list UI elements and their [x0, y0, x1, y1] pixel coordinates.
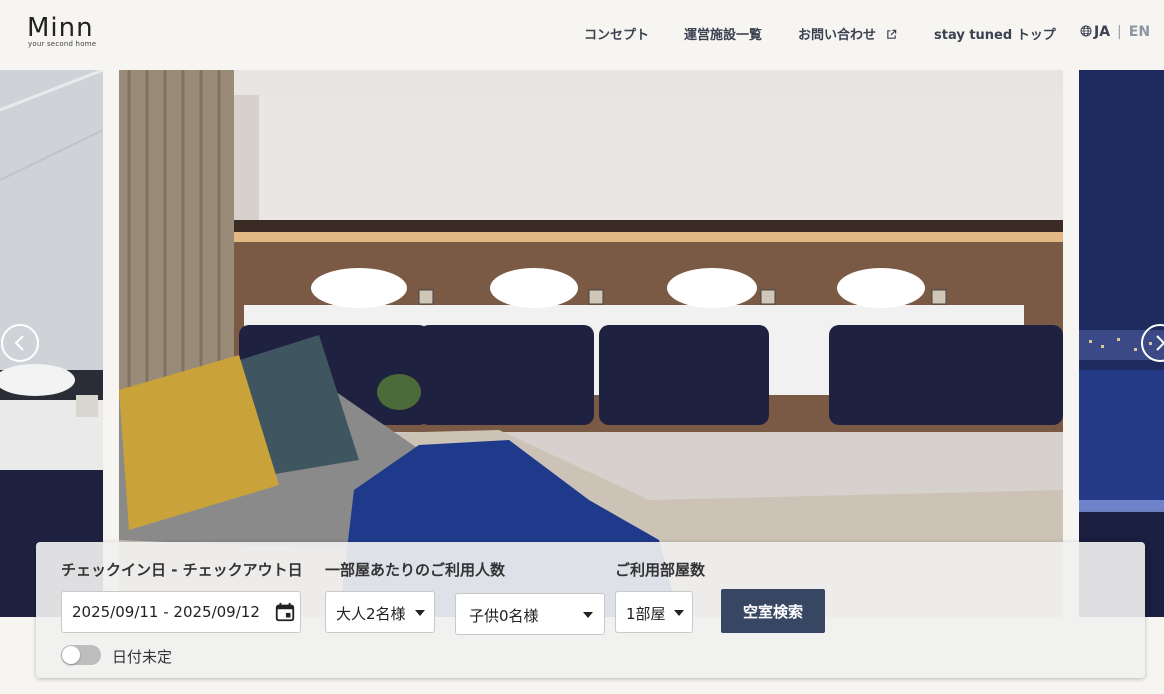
date-range-label: チェックイン日 - チェックアウト日	[61, 561, 303, 579]
site-header: Minn your second home コンセプト 運営施設一覧 お問い合わ…	[0, 0, 1164, 70]
slider-prev-button[interactable]	[1, 324, 39, 362]
date-range-input[interactable]: 2025/09/11 - 2025/09/12	[61, 591, 301, 633]
nav-contact[interactable]: お問い合わせ	[798, 24, 897, 43]
toggle-knob	[62, 646, 80, 664]
globe-icon	[1080, 25, 1092, 37]
guests-label: 一部屋あたりのご利用人数	[325, 561, 506, 579]
date-undecided-label: 日付未定	[112, 648, 173, 666]
date-range-value: 2025/09/11 - 2025/09/12	[72, 603, 260, 621]
nav-concept-label: コンセプト	[584, 28, 650, 43]
minn-logo[interactable]: Minn your second home	[27, 14, 107, 50]
nav-facilities-label: 運営施設一覧	[684, 28, 763, 43]
lang-separator: |	[1117, 24, 1122, 40]
vacancy-search-button[interactable]: 空室検索	[721, 589, 825, 633]
chevron-down-icon	[674, 610, 684, 616]
hero-slider	[0, 70, 1164, 617]
lang-ja-link[interactable]: JA	[1094, 24, 1110, 40]
logo-tagline: your second home	[28, 40, 97, 48]
slider-next-button[interactable]	[1141, 324, 1164, 362]
adults-select[interactable]: 大人2名様	[325, 591, 435, 633]
adults-value: 大人2名様	[336, 605, 406, 623]
calendar-icon	[275, 602, 295, 622]
logo-wordmark: Minn	[27, 13, 94, 43]
rooms-label: ご利用部屋数	[615, 561, 706, 579]
nav-contact-label: お問い合わせ	[798, 28, 877, 43]
slide-current-image	[119, 70, 1063, 617]
chevron-down-icon	[583, 612, 593, 618]
date-undecided-toggle[interactable]	[61, 645, 101, 665]
booking-search-panel: チェックイン日 - チェックアウト日 一部屋あたりのご利用人数 ご利用部屋数 2…	[36, 542, 1145, 678]
rooms-select[interactable]: 1部屋	[615, 591, 693, 633]
language-switcher: JA | EN	[1080, 24, 1150, 40]
external-link-icon	[886, 29, 896, 39]
rooms-value: 1部屋	[626, 605, 666, 623]
chevron-right-icon	[1156, 335, 1164, 351]
nav-stay-tuned-top-label: stay tuned トップ	[934, 28, 1056, 43]
chevron-left-icon	[14, 335, 24, 351]
children-select[interactable]: 子供0名様	[455, 593, 605, 635]
lang-en-link[interactable]: EN	[1129, 24, 1150, 40]
nav-stay-tuned-top[interactable]: stay tuned トップ	[934, 24, 1056, 43]
chevron-down-icon	[415, 610, 425, 616]
nav-facilities[interactable]: 運営施設一覧	[684, 24, 763, 43]
nav-concept[interactable]: コンセプト	[584, 24, 650, 43]
children-value: 子供0名様	[469, 607, 539, 625]
